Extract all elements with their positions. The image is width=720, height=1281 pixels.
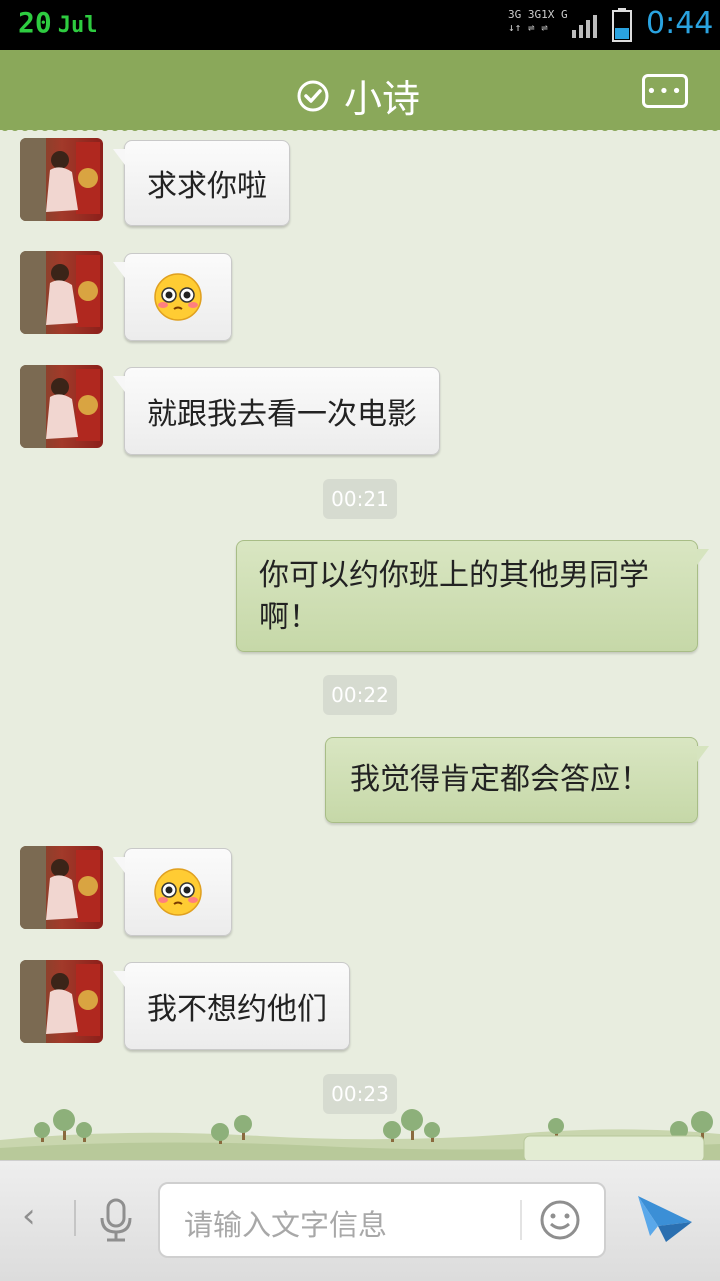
timestamp-badge: 00:21 <box>323 479 397 519</box>
message-bubble-outgoing[interactable]: 你可以约你班上的其他男同学啊！ <box>236 540 709 652</box>
more-dots-icon: ••• <box>646 81 684 102</box>
chat-title-group[interactable]: 小诗 <box>296 68 420 123</box>
message-bubble-incoming[interactable]: 求求你啦 <box>113 140 290 226</box>
message-text: 我不想约他们 <box>147 992 327 1027</box>
timestamp-badge: 00:22 <box>323 675 397 715</box>
chevron-left-icon[interactable]: ‹ <box>22 1196 36 1236</box>
message-bubble-outgoing[interactable]: 我觉得肯定都会答应！ <box>325 737 709 823</box>
battery-icon <box>612 8 632 42</box>
send-plane-icon[interactable] <box>636 1192 694 1244</box>
smiley-icon[interactable] <box>538 1198 582 1242</box>
network-label-1: 3G <box>508 8 522 21</box>
check-circle-icon <box>297 80 329 111</box>
message-text: 求求你啦 <box>147 169 267 204</box>
contact-avatar[interactable] <box>20 846 103 929</box>
microphone-icon[interactable] <box>96 1196 136 1244</box>
status-time: 0:44 <box>646 6 714 41</box>
more-options-button[interactable]: ••• <box>642 74 688 108</box>
signal-icon <box>572 15 597 38</box>
input-field-divider <box>520 1200 522 1240</box>
decorative-scenery <box>0 1109 720 1162</box>
message-bubble-incoming[interactable]: 我不想约他们 <box>113 962 350 1050</box>
message-bubble-incoming[interactable] <box>113 848 232 936</box>
message-bubble-incoming[interactable]: 就跟我去看一次电影 <box>113 367 440 455</box>
input-divider <box>74 1200 76 1236</box>
message-input-placeholder: 请输入文字信息 <box>184 1208 388 1242</box>
chat-title: 小诗 <box>344 77 421 121</box>
contact-avatar[interactable] <box>20 138 103 221</box>
network-label-2: 3G <box>527 8 542 21</box>
status-date: 20 Jul <box>18 6 97 39</box>
pleading-face-emoji <box>154 273 202 321</box>
pleading-face-emoji <box>154 868 202 916</box>
message-input[interactable]: 请输入文字信息 <box>158 1182 606 1258</box>
network-label-4: G <box>561 8 568 21</box>
contact-avatar[interactable] <box>20 365 103 448</box>
header-scallop-edge <box>0 124 720 131</box>
status-month: Jul <box>57 13 98 38</box>
network-label-3: 1X <box>541 8 555 21</box>
status-day: 20 <box>18 6 52 39</box>
contact-avatar[interactable] <box>20 251 103 334</box>
contact-avatar[interactable] <box>20 960 103 1043</box>
message-text: 就跟我去看一次电影 <box>147 397 417 432</box>
status-bar: 20 Jul 3G 3G1X G ↓↑ ⇌ ⇌ 0:44 <box>0 0 720 50</box>
message-bubble-incoming[interactable] <box>113 253 232 341</box>
message-text: 你可以约你班上的其他男同学啊！ <box>259 558 649 635</box>
message-text: 我觉得肯定都会答应！ <box>350 762 650 797</box>
